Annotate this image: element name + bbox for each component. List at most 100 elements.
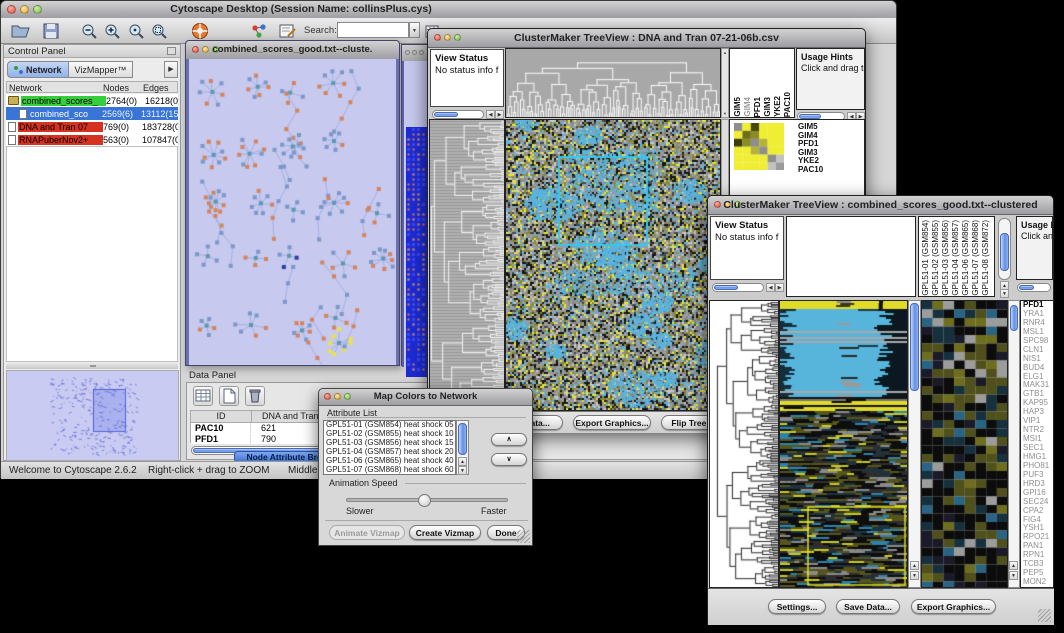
- birdseye-canvas[interactable]: [7, 371, 178, 460]
- export-graphics-button[interactable]: Export Graphics...: [911, 599, 996, 614]
- close-icon[interactable]: [7, 5, 16, 14]
- scroll-right-icon[interactable]: ▶: [495, 110, 504, 119]
- column-label: GIM3: [763, 97, 772, 117]
- scroll-up-icon[interactable]: ▲: [910, 561, 919, 570]
- zoom-in-icon[interactable]: [104, 23, 121, 40]
- network-name: combined_scores_: [21, 96, 106, 106]
- network-table-header: Network Nodes Edges: [6, 81, 178, 93]
- network-row[interactable]: DNA and Tran 07769(0)183728(0): [6, 120, 178, 133]
- resize-grip-icon[interactable]: [517, 530, 530, 543]
- view-status-title: View Status: [715, 220, 783, 231]
- control-panel: Control Panel NetworkVizMapper™ ▶ Networ…: [3, 44, 181, 461]
- usage-hints-panel: Usage Hints Click and: [1016, 216, 1053, 280]
- column-panel-vscroll[interactable]: [998, 218, 1011, 280]
- search-dropdown-icon[interactable]: ▼: [409, 22, 420, 38]
- zoom-fit-icon[interactable]: [151, 23, 168, 40]
- window-title: Cytoscape Desktop (Session Name: collins…: [170, 3, 431, 15]
- export-graphics-button[interactable]: Export Graphics...: [573, 415, 651, 430]
- id-column-header[interactable]: ID: [191, 411, 252, 422]
- col-edges[interactable]: Edges: [143, 83, 169, 93]
- dendrogram-vscroll[interactable]: ▲ ▼: [721, 48, 729, 118]
- column-label: GPL51-07 (GSM868): [971, 220, 980, 296]
- scroll-left-icon[interactable]: ◀: [766, 283, 775, 292]
- zoom-out-icon[interactable]: [81, 23, 98, 40]
- network-tree-whitespace: [6, 146, 178, 362]
- minimize-icon[interactable]: [444, 34, 451, 41]
- row-dendrogram-canvas[interactable]: [430, 120, 504, 410]
- gene-list[interactable]: PFD1YRA1RNR4MSL1SPC98CLN1NIS1BUD4ELG1MAK…: [1020, 300, 1054, 588]
- network-window-titlebar[interactable]: combined_scores_good.txt--cluste...: [186, 41, 399, 60]
- float-panel-icon[interactable]: [167, 47, 176, 55]
- col-nodes[interactable]: Nodes: [103, 83, 129, 93]
- correlation-matrix-canvas[interactable]: [734, 123, 784, 170]
- row-dendrogram-canvas[interactable]: [710, 301, 778, 587]
- heatmap-canvas[interactable]: [780, 301, 907, 587]
- gene-list-vscroll[interactable]: ▲ ▼: [1008, 300, 1020, 588]
- folder-icon: [8, 96, 19, 105]
- column-label: PAC10: [783, 92, 792, 117]
- help-lifesaver-icon[interactable]: [191, 22, 209, 40]
- dense-network-canvas[interactable]: [406, 127, 429, 377]
- scroll-down-icon[interactable]: ▼: [1009, 571, 1018, 580]
- heatmap-canvas[interactable]: [506, 120, 720, 410]
- network-canvas[interactable]: [189, 59, 396, 365]
- column-label: GPL51-02 (GSM855): [931, 220, 940, 296]
- create-vizmap-button[interactable]: Create Vizmap: [409, 525, 481, 540]
- search-input[interactable]: [337, 22, 409, 38]
- treeview1-titlebar[interactable]: ClusterMaker TreeView : DNA and Tran 07-…: [428, 29, 865, 48]
- zoom-window-icon[interactable]: [454, 34, 461, 41]
- treeview2-titlebar[interactable]: ClusterMaker TreeView : combined_scores_…: [708, 196, 1053, 215]
- tab-network[interactable]: Network: [7, 61, 69, 78]
- main-titlebar[interactable]: Cytoscape Desktop (Session Name: collins…: [1, 1, 896, 19]
- scroll-down-icon[interactable]: ▼: [1000, 289, 1009, 298]
- close-icon[interactable]: [405, 50, 410, 55]
- scroll-down-icon[interactable]: ▼: [910, 571, 919, 580]
- zoom-actual-icon[interactable]: [128, 23, 145, 40]
- network-row[interactable]: combined_scores_2764(0)16218(0): [6, 94, 178, 107]
- view-status-scrollbar[interactable]: [432, 110, 484, 119]
- zoom-window-icon[interactable]: [419, 50, 424, 55]
- tab-vizmapper[interactable]: VizMapper™: [69, 61, 134, 78]
- animate-vizmap-button: Animate Vizmap: [329, 525, 405, 540]
- close-icon[interactable]: [714, 201, 721, 208]
- usage-hints-title: Usage Hints: [801, 52, 864, 62]
- usage-hints-text: Click and drag to: [801, 63, 864, 73]
- column-label: GIM5: [733, 97, 742, 117]
- new-attribute-icon[interactable]: [219, 386, 239, 406]
- annotation-icon[interactable]: [279, 23, 297, 39]
- view-status-scrollbar[interactable]: [712, 283, 764, 292]
- minimize-icon[interactable]: [412, 50, 417, 55]
- minimize-icon[interactable]: [20, 5, 29, 14]
- heatmap-vscroll[interactable]: ▲ ▼: [908, 300, 921, 588]
- scroll-up-icon[interactable]: ▲: [1009, 561, 1018, 570]
- network-row[interactable]: combined_sco2569(6)13112(15): [6, 107, 178, 120]
- attribute-table-icon[interactable]: [193, 386, 213, 406]
- column-dendrogram-area[interactable]: [786, 216, 916, 297]
- network-edges: 13112(15): [141, 109, 178, 119]
- column-label: PFD1: [753, 97, 762, 117]
- gene-label[interactable]: MON2: [1023, 578, 1053, 587]
- settings-button[interactable]: Settings...: [768, 599, 826, 614]
- tab-overflow-button[interactable]: ▶: [164, 61, 178, 78]
- scroll-left-icon[interactable]: ◀: [486, 110, 495, 119]
- close-icon[interactable]: [434, 34, 441, 41]
- vizmapper-icon[interactable]: [251, 23, 268, 39]
- column-dendrogram-canvas[interactable]: [506, 49, 720, 117]
- zoom-heatmap-canvas[interactable]: [922, 301, 1007, 587]
- close-icon[interactable]: [192, 46, 199, 53]
- open-file-icon[interactable]: [11, 23, 30, 39]
- resize-grip-icon[interactable]: [1038, 609, 1051, 622]
- delete-attribute-icon[interactable]: [245, 386, 265, 406]
- zoom-window-icon[interactable]: [33, 5, 42, 14]
- usage-hints-scrollbar[interactable]: [1017, 283, 1051, 292]
- network-row[interactable]: RNAPuberNov2+563(0)107847(0): [6, 133, 178, 146]
- row-id: PFD1: [191, 434, 251, 444]
- birdseye-view[interactable]: [6, 370, 179, 461]
- minimize-icon[interactable]: [202, 46, 209, 53]
- col-network[interactable]: Network: [9, 83, 42, 93]
- save-icon[interactable]: [43, 23, 59, 39]
- panel-splitter[interactable]: [6, 363, 178, 369]
- save-data-button[interactable]: Save Data...: [836, 599, 900, 614]
- column-label: GPL51-03 (GSM856): [941, 220, 950, 296]
- scroll-right-icon[interactable]: ▶: [775, 283, 784, 292]
